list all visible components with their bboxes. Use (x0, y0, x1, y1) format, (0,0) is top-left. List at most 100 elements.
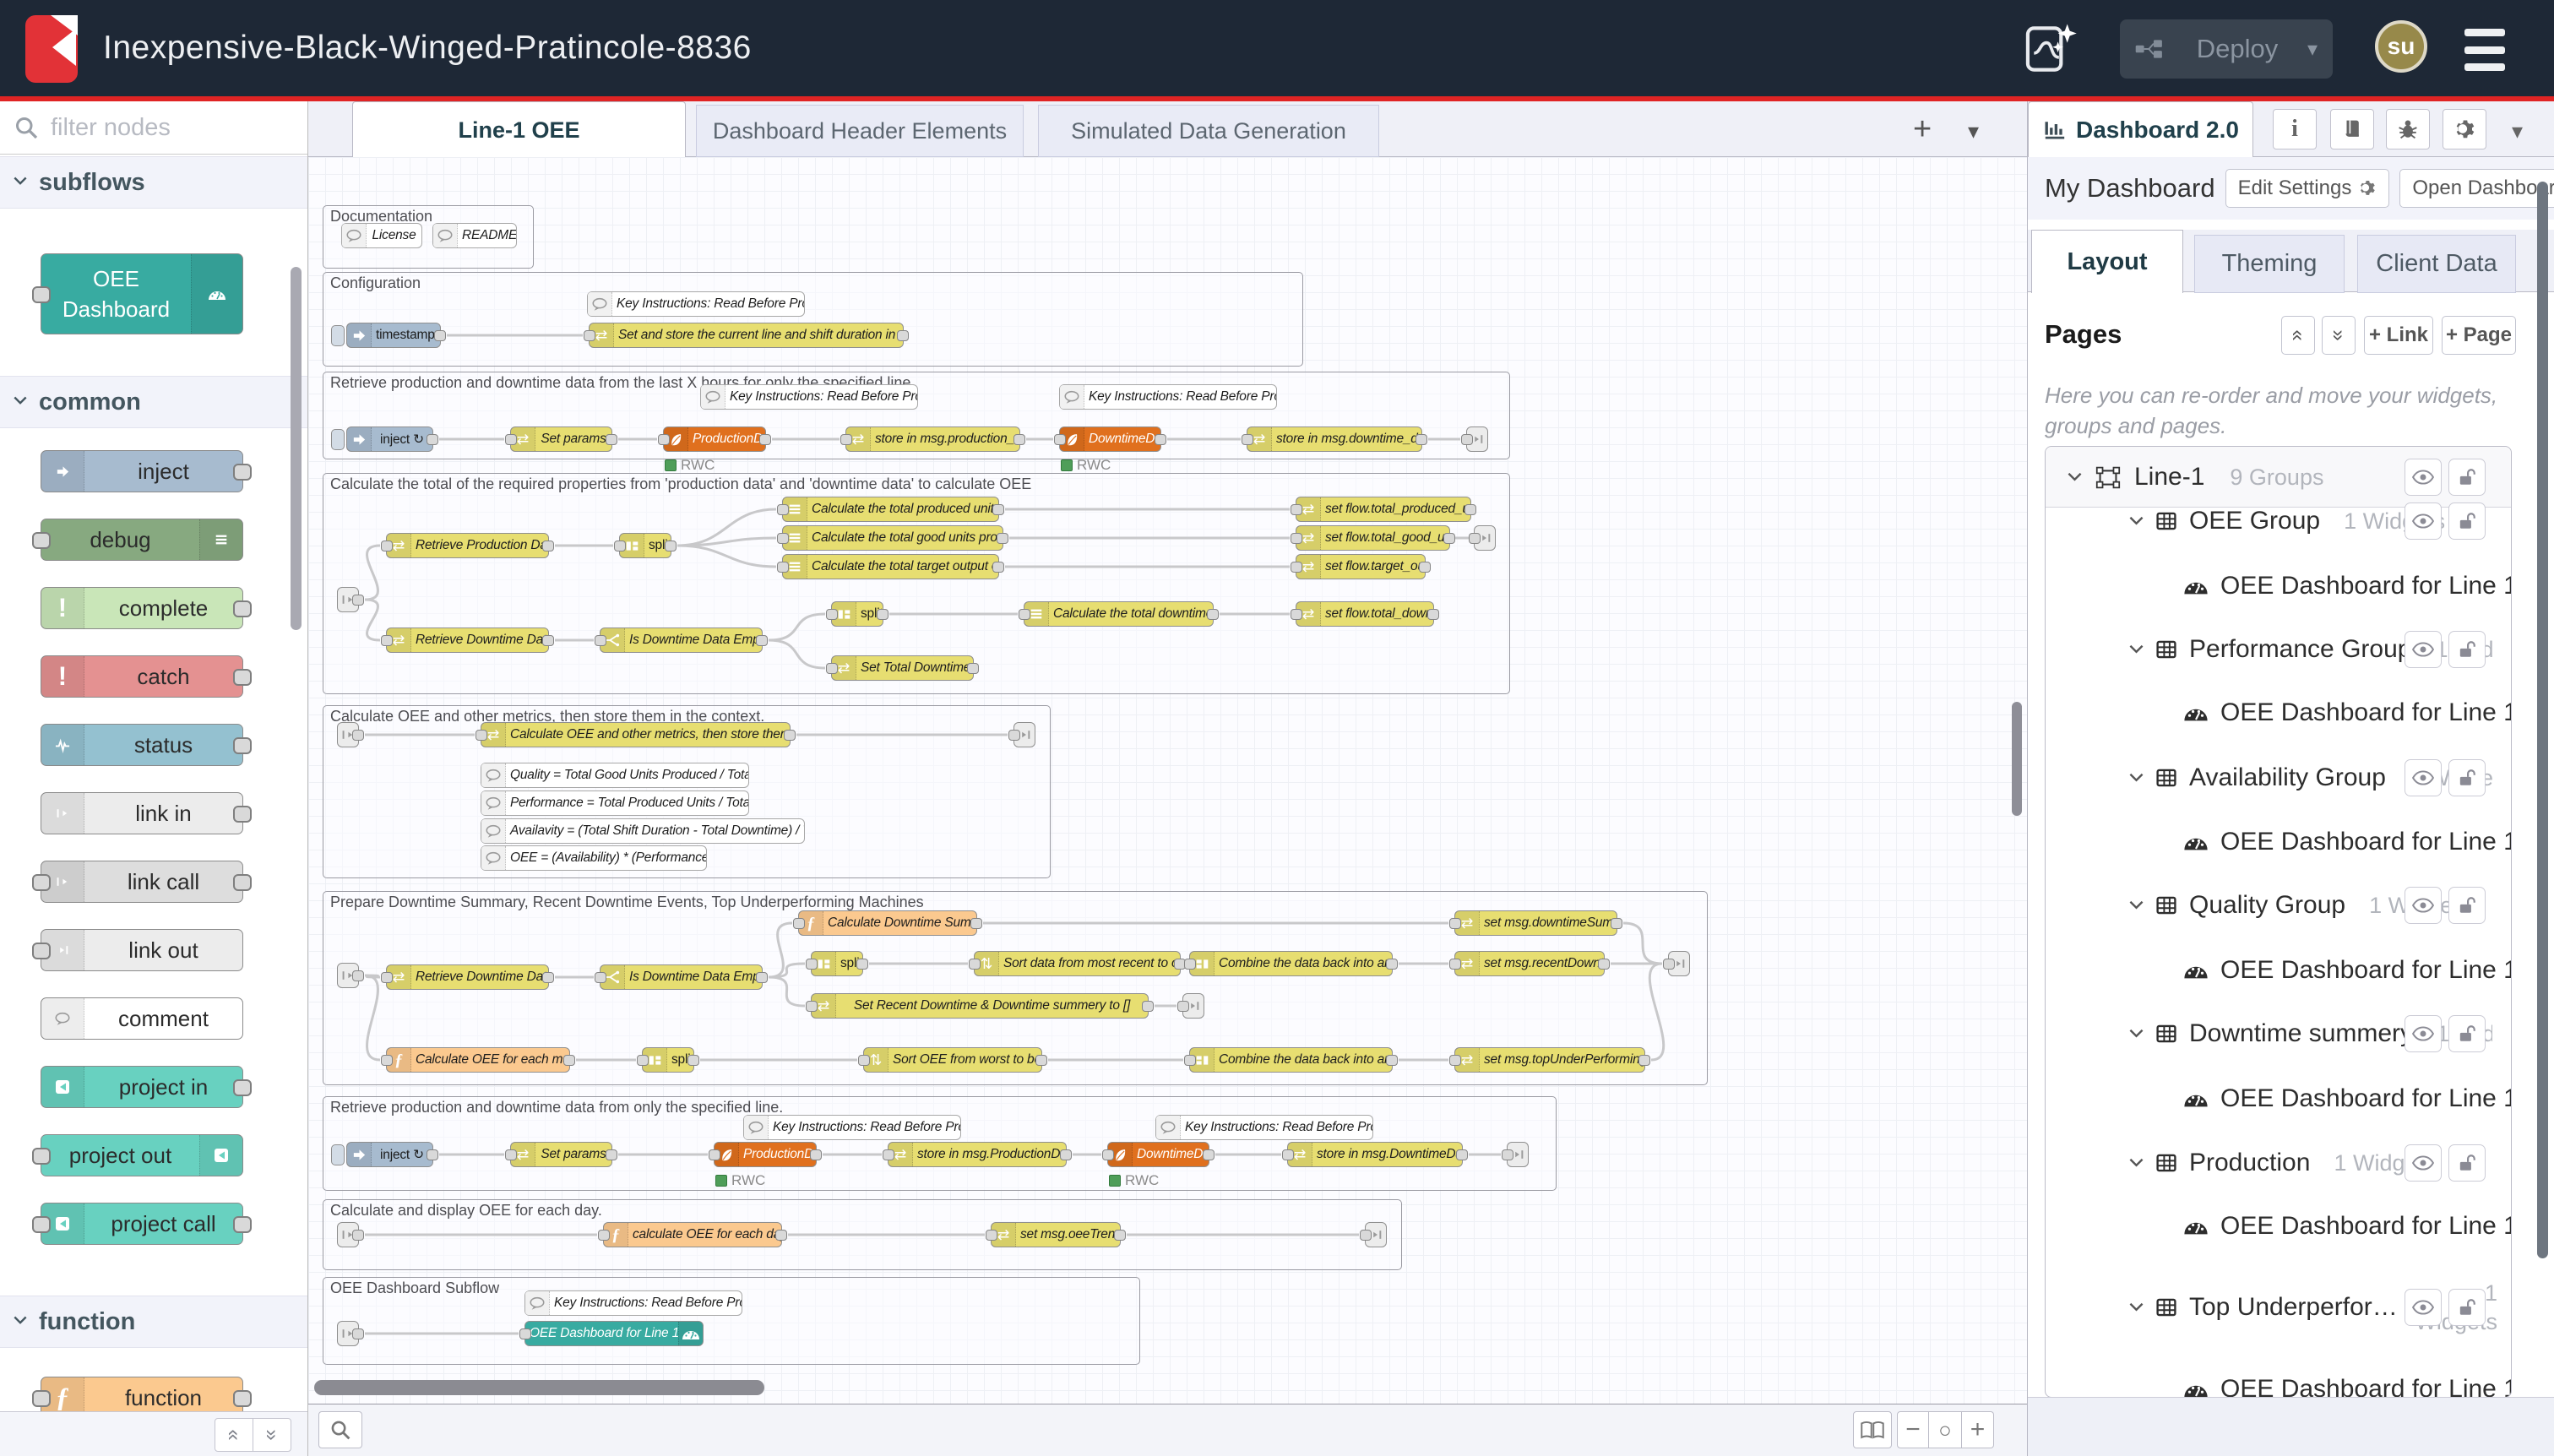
debug-tab-button[interactable] (2386, 109, 2430, 149)
output-port[interactable] (352, 595, 364, 606)
comment-node[interactable]: Key Instructions: Read Before Proceeding (1059, 384, 1277, 410)
flow-tab-3[interactable]: Simulated Data Generation (1038, 105, 1379, 157)
output-port[interactable] (434, 330, 446, 341)
flow-node-inject[interactable]: inject ↻ (346, 426, 433, 452)
tree-group-row[interactable]: Quality Group1 Widgets (2046, 882, 2511, 929)
comment-node[interactable]: Key Instructions: Read Before Proceeding (587, 291, 805, 317)
inject-button[interactable] (331, 1144, 345, 1165)
flow-node-calc[interactable]: Calculate the total target output of tod… (782, 554, 999, 579)
input-port[interactable] (595, 635, 606, 646)
flow-node-split[interactable]: split (811, 951, 863, 976)
input-port[interactable] (1019, 609, 1030, 620)
flow-tab-2[interactable]: Dashboard Header Elements (696, 105, 1024, 157)
tree-widget-row[interactable]: OEE Dashboard for Line 1 (2046, 947, 2511, 994)
flow-node-change[interactable]: ⇄store in msg.DowntimeData (1287, 1142, 1463, 1167)
add-link-button[interactable]: + Link (2364, 316, 2433, 355)
input-port[interactable] (1282, 1149, 1294, 1160)
output-port[interactable] (352, 1328, 364, 1339)
input-port[interactable] (826, 609, 838, 620)
canvas-vertical-scrollbar[interactable] (2012, 702, 2022, 816)
flow-node-influx[interactable]: ProductionData (663, 426, 766, 452)
input-port[interactable] (658, 434, 670, 445)
tree-widget-row[interactable]: OEE Dashboard for Line 1 (2046, 689, 2511, 736)
input-port[interactable] (840, 434, 852, 445)
output-port[interactable] (970, 918, 982, 929)
flow-node-influx[interactable]: DowntimeData (1059, 426, 1161, 452)
flow-node-change[interactable]: ⇄set flow.total_downtime (1296, 601, 1434, 627)
lock-button[interactable] (2448, 1144, 2486, 1182)
output-port[interactable] (1203, 1149, 1215, 1160)
input-port[interactable] (793, 918, 805, 929)
flow-node-func[interactable]: ƒCalculate OEE for each machine (386, 1047, 570, 1073)
input-port[interactable] (709, 1149, 720, 1160)
flow-node-change[interactable]: ⇄store in msg.ProductionData (888, 1142, 1067, 1167)
output-port[interactable] (756, 635, 768, 646)
comment-node[interactable]: README (432, 223, 517, 248)
comment-node[interactable]: Quality = Total Good Units Produced / To… (481, 763, 749, 788)
output-port[interactable] (542, 635, 554, 646)
inject-button[interactable] (331, 325, 345, 346)
comment-node[interactable]: Key Instructions: Read Before Proceeding (700, 384, 918, 410)
input-port[interactable] (1177, 1001, 1189, 1012)
expand-all-button[interactable]: » (2322, 316, 2356, 355)
comment-node[interactable]: Performance = Total Produced Units / Tot… (481, 790, 749, 816)
flow-node-join[interactable]: Combine the data back into an array. (1189, 951, 1393, 976)
flow-node-func[interactable]: ƒCalculate Downtime Summery (798, 910, 977, 936)
palette-node-function[interactable]: ƒfunction (41, 1377, 243, 1412)
input-port[interactable] (1449, 1055, 1461, 1066)
output-port[interactable] (1207, 609, 1219, 620)
flow-node-change[interactable]: ⇄set flow.total_good_units (1296, 525, 1450, 551)
input-port[interactable] (595, 972, 606, 983)
input-port[interactable] (806, 1001, 818, 1012)
input-port[interactable] (584, 330, 595, 341)
flow-node-change[interactable]: ⇄Retrieve Downtime Data (386, 964, 549, 990)
visibility-button[interactable] (2405, 1289, 2442, 1326)
palette-scrollbar[interactable] (291, 267, 302, 630)
flow-node-change[interactable]: ⇄Set Recent Downtime & Downtime summery … (811, 993, 1149, 1019)
sidebar-scrollbar[interactable] (2537, 182, 2548, 1258)
flow-node-change[interactable]: ⇄set msg.oeeTrend (991, 1222, 1121, 1247)
output-port[interactable] (967, 663, 979, 674)
output-port[interactable] (1155, 434, 1166, 445)
visibility-button[interactable] (2405, 459, 2442, 496)
flow-node-func[interactable]: ƒcalculate OEE for each day (603, 1222, 782, 1247)
input-port[interactable] (1469, 533, 1481, 544)
output-port[interactable] (1456, 1149, 1468, 1160)
input-port[interactable] (1184, 1055, 1196, 1066)
input-port[interactable] (1184, 959, 1196, 970)
output-port[interactable] (784, 730, 796, 741)
comment-node[interactable]: Availavity = (Total Shift Duration - Tot… (481, 818, 805, 844)
open-dashboard-button[interactable]: Open Dashboard (2399, 169, 2554, 208)
output-port[interactable] (606, 434, 617, 445)
flow-node-calc[interactable]: Calculate the total good units produced … (782, 525, 1003, 551)
lock-button[interactable] (2448, 1015, 2486, 1052)
tab-theming[interactable]: Theming (2194, 235, 2345, 293)
tree-group-row[interactable]: Production1 Widgets (2046, 1139, 2511, 1187)
output-port[interactable] (563, 1055, 575, 1066)
palette-node-project-in[interactable]: project in (41, 1066, 243, 1108)
tree-group-row[interactable]: OEE Group1 Widgets (2046, 497, 2511, 545)
output-port[interactable] (756, 972, 768, 983)
flow-node-inject[interactable]: timestamp ¹ (346, 323, 441, 348)
canvas-horizontal-scrollbar[interactable] (314, 1380, 764, 1395)
palette-node-comment[interactable]: comment (41, 997, 243, 1040)
tree-group-row[interactable]: Top Underperformi...1 Widgets (2046, 1284, 2511, 1331)
flow-node-linkout[interactable] (1013, 722, 1035, 747)
output-port[interactable] (810, 1149, 822, 1160)
flow-node-linkin[interactable] (337, 1222, 359, 1247)
flow-node-change[interactable]: ⇄set msg.topUnderPerformingMachines (1454, 1047, 1645, 1073)
tab-layout[interactable]: Layout (2031, 230, 2183, 293)
flow-node-linkout[interactable] (1365, 1222, 1387, 1247)
edit-settings-button[interactable]: Edit Settings (2225, 169, 2390, 208)
flow-node-linkout[interactable] (1182, 993, 1204, 1019)
input-port[interactable] (637, 1055, 649, 1066)
input-port[interactable] (475, 730, 487, 741)
flow-node-change[interactable]: ⇄Retrieve Downtime Data (386, 627, 549, 653)
tree-widget-row[interactable]: OEE Dashboard for Line 1 (2046, 1366, 2511, 1398)
output-port[interactable] (1013, 434, 1025, 445)
tree-group-row[interactable]: Performance Group1 Widgets (2046, 626, 2511, 673)
palette-collapse-all-button[interactable]: « (215, 1418, 253, 1452)
flow-node-change[interactable]: ⇄Set params (510, 426, 612, 452)
lock-button[interactable] (2448, 503, 2486, 540)
input-port[interactable] (883, 1149, 894, 1160)
